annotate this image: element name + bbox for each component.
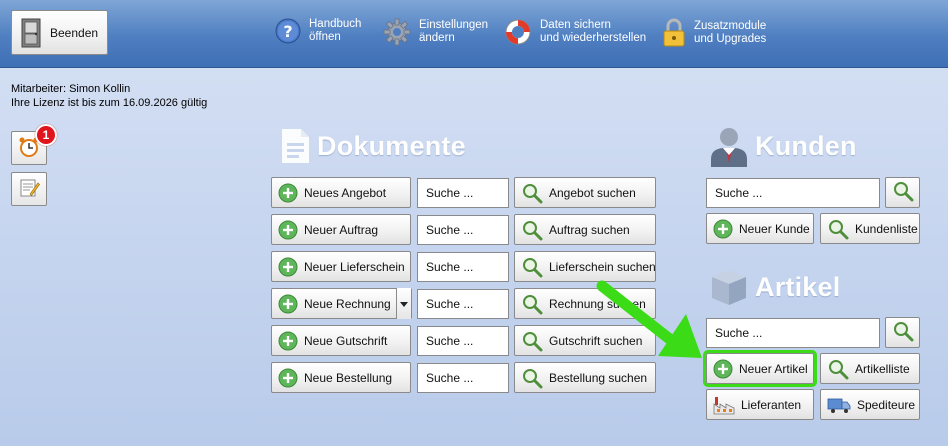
lock-icon bbox=[662, 18, 686, 48]
exit-door-icon bbox=[18, 17, 44, 49]
search-icon bbox=[521, 293, 543, 315]
manual-line1: Handbuch bbox=[309, 18, 362, 30]
search-icon bbox=[892, 320, 914, 345]
offer-search-input[interactable]: Suche ... bbox=[417, 178, 509, 208]
backup-button[interactable]: Daten sichern und wiederherstellen bbox=[504, 18, 646, 46]
new-article-button[interactable]: Neuer Artikel bbox=[703, 350, 817, 387]
search-offer-button[interactable]: Angebot suchen bbox=[514, 177, 656, 208]
plus-icon bbox=[278, 257, 298, 277]
backup-line1: Daten sichern bbox=[540, 19, 611, 31]
carriers-label: Spediteure bbox=[857, 397, 916, 412]
plus-icon bbox=[278, 183, 298, 203]
box-icon bbox=[709, 267, 749, 307]
artikel-title-text: Artikel bbox=[755, 271, 841, 302]
plus-icon bbox=[278, 220, 298, 240]
plus-icon bbox=[278, 368, 298, 388]
new-order-button[interactable]: Neuer Auftrag bbox=[271, 214, 411, 245]
purchase-order-search-input[interactable]: Suche ... bbox=[417, 363, 509, 393]
new-customer-label: Neuer Kunde bbox=[739, 221, 810, 236]
article-list-label: Artikelliste bbox=[855, 361, 910, 376]
reminder-count-badge: 1 bbox=[35, 124, 57, 146]
new-order-label: Neuer Auftrag bbox=[304, 222, 379, 237]
search-icon bbox=[521, 330, 543, 352]
carriers-button[interactable]: Spediteure bbox=[820, 389, 920, 420]
notes-button[interactable] bbox=[11, 172, 47, 206]
employee-label: Mitarbeiter: Simon Kollin bbox=[11, 83, 131, 95]
new-delivery-note-label: Neuer Lieferschein bbox=[304, 259, 405, 274]
search-icon bbox=[521, 256, 543, 278]
settings-button[interactable]: Einstellungen ändern bbox=[383, 18, 488, 46]
plus-icon bbox=[713, 359, 733, 379]
addons-line2: und Upgrades bbox=[694, 33, 767, 45]
search-icon bbox=[892, 180, 914, 205]
search-delivery-note-label: Lieferschein suchen bbox=[549, 259, 656, 274]
new-credit-note-button[interactable]: Neue Gutschrift bbox=[271, 325, 411, 356]
new-purchase-order-button[interactable]: Neue Bestellung bbox=[271, 362, 411, 393]
new-purchase-order-label: Neue Bestellung bbox=[304, 370, 393, 385]
new-article-label: Neuer Artikel bbox=[739, 361, 808, 376]
search-icon bbox=[827, 218, 849, 240]
document-icon bbox=[279, 127, 311, 165]
customer-list-label: Kundenliste bbox=[855, 221, 918, 236]
kunden-title: Kunden bbox=[709, 125, 857, 167]
dokumente-title-text: Dokumente bbox=[317, 130, 466, 161]
person-icon bbox=[709, 125, 749, 167]
article-search-button[interactable] bbox=[885, 317, 920, 348]
backup-line2: und wiederherstellen bbox=[540, 32, 647, 44]
search-icon bbox=[521, 367, 543, 389]
suppliers-button[interactable]: Lieferanten bbox=[706, 389, 814, 420]
settings-line1: Einstellungen bbox=[419, 19, 489, 31]
caret-down-icon bbox=[400, 297, 408, 311]
search-icon bbox=[827, 358, 849, 380]
search-order-label: Auftrag suchen bbox=[549, 222, 630, 237]
customer-search-button[interactable] bbox=[885, 177, 920, 208]
addons-line1: Zusatzmodule bbox=[694, 20, 767, 32]
suppliers-label: Lieferanten bbox=[741, 397, 802, 412]
help-icon: ? bbox=[275, 18, 301, 44]
manual-button[interactable]: ? Handbuch öffnen bbox=[275, 18, 361, 44]
quit-button[interactable]: Beenden bbox=[11, 10, 108, 55]
pointer-arrow-icon bbox=[596, 280, 702, 358]
search-offer-label: Angebot suchen bbox=[549, 185, 636, 200]
gear-icon bbox=[383, 18, 411, 46]
new-invoice-dropdown[interactable] bbox=[396, 288, 411, 319]
customer-list-button[interactable]: Kundenliste bbox=[820, 213, 920, 244]
quit-button-label: Beenden bbox=[50, 25, 99, 40]
order-search-input[interactable]: Suche ... bbox=[417, 215, 509, 245]
customer-search-input[interactable]: Suche ... bbox=[706, 178, 880, 208]
new-credit-note-label: Neue Gutschrift bbox=[304, 333, 388, 348]
dokumente-title: Dokumente bbox=[279, 127, 466, 165]
plus-icon bbox=[278, 331, 298, 351]
search-delivery-note-button[interactable]: Lieferschein suchen bbox=[514, 251, 656, 282]
credit-note-search-input[interactable]: Suche ... bbox=[417, 326, 509, 356]
new-invoice-button[interactable]: Neue Rechnung bbox=[271, 288, 412, 319]
kunden-title-text: Kunden bbox=[755, 130, 857, 161]
article-search-input[interactable]: Suche ... bbox=[706, 318, 880, 348]
artikel-title: Artikel bbox=[709, 267, 840, 307]
search-icon bbox=[521, 182, 543, 204]
new-offer-button[interactable]: Neues Angebot bbox=[271, 177, 411, 208]
truck-icon bbox=[827, 396, 851, 414]
plus-icon bbox=[278, 294, 298, 314]
new-customer-button[interactable]: Neuer Kunde bbox=[706, 213, 814, 244]
delivery-note-search-input[interactable]: Suche ... bbox=[417, 252, 509, 282]
new-invoice-label: Neue Rechnung bbox=[304, 296, 391, 311]
new-delivery-note-button[interactable]: Neuer Lieferschein bbox=[271, 251, 411, 282]
settings-line2: ändern bbox=[419, 32, 455, 44]
addons-button[interactable]: Zusatzmodule und Upgrades bbox=[662, 18, 766, 48]
search-order-button[interactable]: Auftrag suchen bbox=[514, 214, 656, 245]
factory-icon bbox=[713, 395, 735, 415]
search-icon bbox=[521, 219, 543, 241]
svg-text:?: ? bbox=[283, 22, 292, 41]
license-label: Ihre Lizenz ist bis zum 16.09.2026 gülti… bbox=[11, 97, 208, 109]
article-list-button[interactable]: Artikelliste bbox=[820, 353, 920, 384]
lifebuoy-icon bbox=[504, 18, 532, 46]
plus-icon bbox=[713, 219, 733, 239]
notepad-icon bbox=[18, 177, 40, 202]
invoice-search-input[interactable]: Suche ... bbox=[417, 289, 509, 319]
new-offer-label: Neues Angebot bbox=[304, 185, 387, 200]
manual-line2: öffnen bbox=[309, 31, 341, 43]
